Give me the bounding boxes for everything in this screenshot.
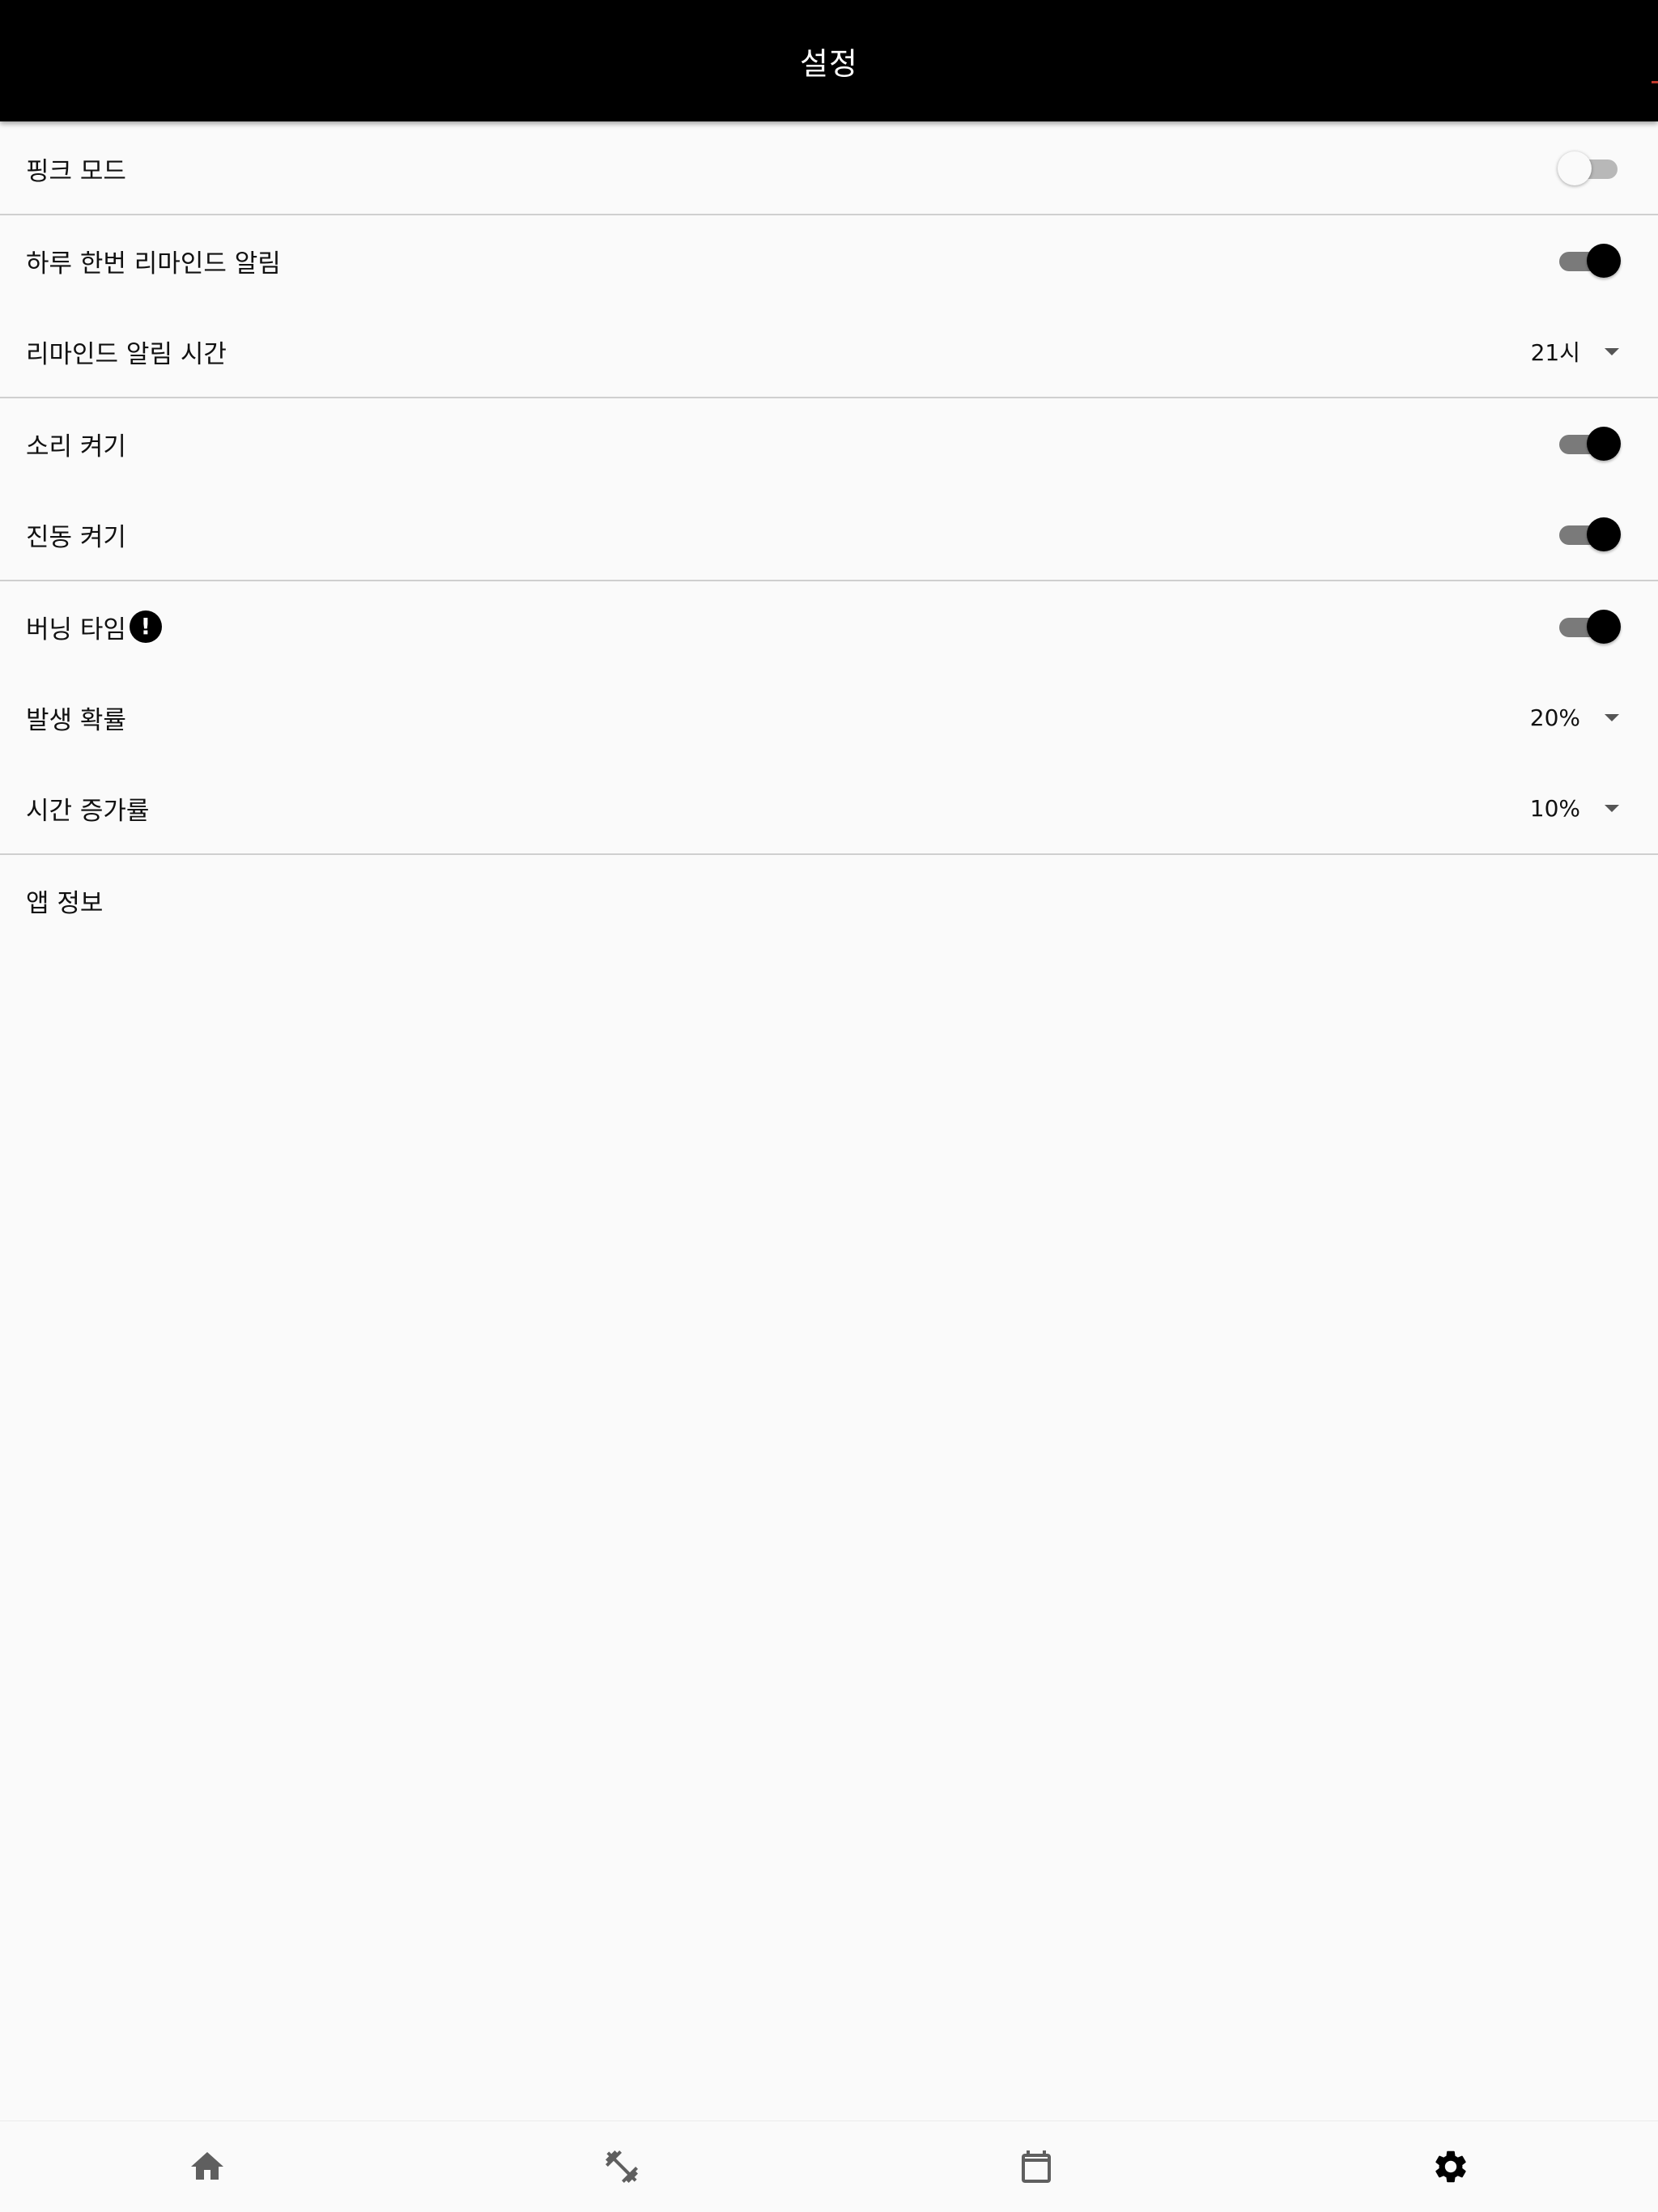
- time-increase-value: 10%: [1529, 794, 1580, 822]
- app-info-label: 앱 정보: [26, 888, 104, 918]
- switch-thumb: [1587, 244, 1621, 278]
- probability-label: 발생 확률: [26, 705, 126, 735]
- pink-mode-switch[interactable]: [1558, 148, 1622, 189]
- probability-value: 20%: [1529, 704, 1580, 731]
- vibration-label: 진동 켜기: [26, 522, 126, 552]
- appbar-accent-mark: [1652, 81, 1658, 83]
- nav-calendar[interactable]: [829, 2121, 1244, 2212]
- setting-row-app-info[interactable]: 앱 정보: [0, 855, 1658, 946]
- switch-thumb: [1587, 610, 1621, 644]
- switch-thumb: [1558, 151, 1592, 185]
- daily-reminder-switch[interactable]: [1558, 240, 1622, 281]
- dropdown-caret-icon: [1605, 713, 1619, 721]
- pink-mode-label: 핑크 모드: [26, 156, 126, 186]
- app-bar: 설정: [0, 0, 1658, 121]
- time-increase-label: 시간 증가률: [26, 796, 150, 826]
- reminder-time-dropdown[interactable]: 21시: [1531, 335, 1622, 368]
- setting-row-reminder-time[interactable]: 리마인드 알림 시간 21시: [0, 306, 1658, 397]
- setting-row-probability[interactable]: 발생 확률 20%: [0, 672, 1658, 763]
- switch-thumb: [1587, 427, 1621, 461]
- home-icon: [191, 2152, 223, 2180]
- setting-row-vibration[interactable]: 진동 켜기: [0, 489, 1658, 580]
- daily-reminder-label: 하루 한번 리마인드 알림: [26, 249, 281, 279]
- bottom-navigation: [0, 2121, 1658, 2212]
- settings-screen: 설정 핑크 모드 하루 한번 리마인드 알림 리마인드 알림 시간 21시 소리…: [0, 0, 1658, 2212]
- vibration-switch[interactable]: [1558, 514, 1622, 555]
- probability-dropdown[interactable]: 20%: [1530, 704, 1622, 731]
- setting-row-time-increase[interactable]: 시간 증가률 10%: [0, 763, 1658, 853]
- burning-time-label: 버닝 타임: [26, 615, 126, 644]
- dropdown-caret-icon: [1605, 347, 1619, 355]
- setting-row-pink-mode[interactable]: 핑크 모드: [0, 123, 1658, 214]
- page-title: 설정: [800, 45, 858, 82]
- setting-row-burning-time[interactable]: 버닝 타임 !: [0, 581, 1658, 672]
- dropdown-caret-icon: [1605, 804, 1619, 812]
- nav-workout[interactable]: [414, 2121, 829, 2212]
- setting-row-daily-reminder[interactable]: 하루 한번 리마인드 알림: [0, 215, 1658, 306]
- dumbbell-icon: [606, 2150, 638, 2183]
- switch-thumb: [1587, 517, 1621, 551]
- calendar-icon: [1022, 2150, 1051, 2183]
- setting-row-sound[interactable]: 소리 켜기: [0, 398, 1658, 489]
- sound-label: 소리 켜기: [26, 432, 126, 462]
- reminder-time-value: 21시: [1530, 339, 1580, 366]
- burning-time-switch[interactable]: [1558, 606, 1622, 647]
- nav-home[interactable]: [0, 2121, 414, 2212]
- gear-icon: [1435, 2150, 1466, 2183]
- exclamation-info-icon[interactable]: !: [129, 610, 162, 643]
- sound-switch[interactable]: [1558, 423, 1622, 464]
- burning-time-label-group: 버닝 타임 !: [26, 609, 162, 645]
- time-increase-dropdown[interactable]: 10%: [1530, 795, 1622, 822]
- settings-list: 핑크 모드 하루 한번 리마인드 알림 리마인드 알림 시간 21시 소리 켜기: [0, 123, 1658, 946]
- reminder-time-label: 리마인드 알림 시간: [26, 339, 227, 369]
- nav-settings[interactable]: [1244, 2121, 1658, 2212]
